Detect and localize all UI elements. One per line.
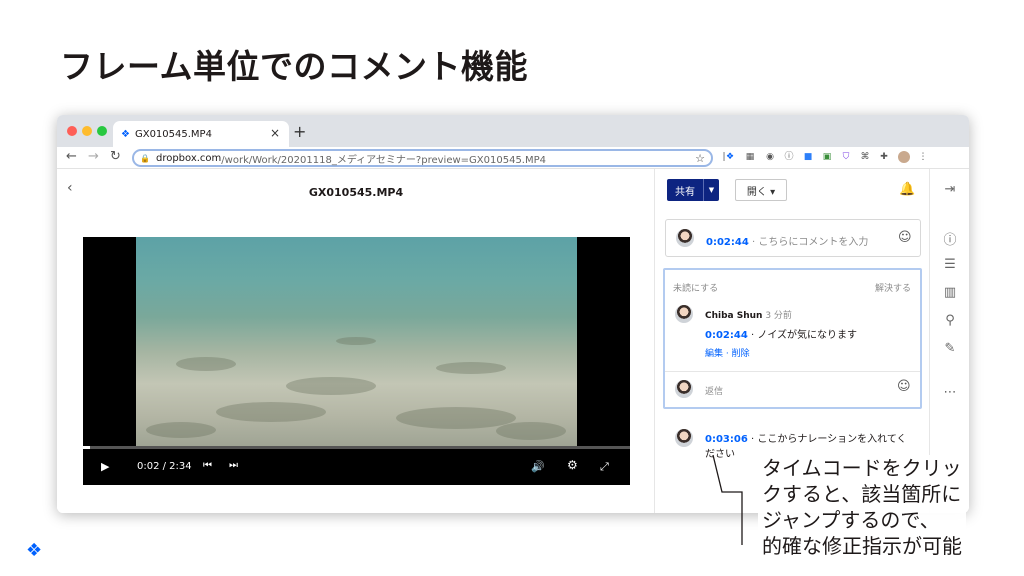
minimize-window-button[interactable] xyxy=(82,126,92,136)
browser-tab[interactable]: ❖ GX010545.MP4 × xyxy=(113,121,289,147)
avatar xyxy=(675,380,693,398)
annotation-text: タイムコードをクリッ クすると、該当箇所に ジャンプするので、 的確な修正指示が… xyxy=(758,455,966,559)
next-frame-icon[interactable]: ⏭ xyxy=(229,460,238,471)
stamp-icon[interactable]: ⚲ xyxy=(930,313,969,328)
forward-arrow-icon[interactable]: → xyxy=(88,149,99,164)
share-dropdown-icon[interactable]: ▼ xyxy=(703,179,719,201)
close-window-button[interactable] xyxy=(67,126,77,136)
edit-link[interactable]: 編集 xyxy=(705,349,723,359)
extension-icon-1[interactable]: ▦ xyxy=(744,151,756,163)
annotation-line: タイムコードをクリッ xyxy=(762,456,962,480)
tab-title: GX010545.MP4 xyxy=(134,128,212,140)
browser-menu-icon[interactable]: ⋮ xyxy=(917,151,929,163)
fullscreen-icon[interactable]: ⤢ xyxy=(600,460,609,474)
open-button[interactable]: 開く ▾ xyxy=(735,179,787,201)
video-player[interactable]: ▶ 0:02 / 2:34 ⏮ ⏭ 🔊 ⚙ ⤢ xyxy=(83,237,630,485)
extension-icon-2[interactable]: ◉ xyxy=(764,151,776,163)
url-path: /work/Work/20201118_メディアセミナー?preview=GX0… xyxy=(221,154,547,166)
comment-text: · ノイズが気になります xyxy=(750,330,858,341)
comment-icon[interactable]: ☰ xyxy=(930,257,969,272)
browser-toolbar: ← → ↻ 🔒 dropbox.com/work/Work/20201118_メ… xyxy=(57,147,969,169)
activity-chart-icon[interactable]: ▥ xyxy=(930,285,969,300)
address-bar[interactable]: 🔒 dropbox.com/work/Work/20201118_メディアセミナ… xyxy=(132,149,713,167)
emoji-icon[interactable]: ☺ xyxy=(897,379,911,394)
mark-unread-link[interactable]: 未読にする xyxy=(673,281,718,294)
avatar xyxy=(675,305,693,323)
extension-icon-4[interactable]: ⌘ xyxy=(859,151,871,163)
comment-text-continued: ださい xyxy=(705,449,735,460)
extension-icon-3[interactable]: ▣ xyxy=(821,151,833,163)
pencil-icon[interactable]: ✎ xyxy=(930,341,969,356)
puzzle-extensions-icon[interactable]: ✚ xyxy=(878,151,890,163)
link-separator: · xyxy=(725,349,729,359)
tab-close-icon[interactable]: × xyxy=(270,126,280,140)
annotation-line: 的確な修正指示が可能 xyxy=(762,534,962,558)
shield-extension-icon[interactable]: ⛉ xyxy=(840,151,852,163)
dropbox-logo-icon: ❖ xyxy=(26,540,43,561)
tab-bar: ❖ GX010545.MP4 × + xyxy=(57,115,969,147)
share-button-label: 共有 xyxy=(675,186,695,198)
more-options-icon[interactable]: ⋯ xyxy=(930,385,969,400)
comment-author: Chiba Shun xyxy=(705,311,763,321)
comment-input[interactable]: 0:02:44 · こちらにコメントを入力 ☺ xyxy=(665,219,921,257)
file-name: GX010545.MP4 xyxy=(308,186,404,199)
comment-time: 3 分前 xyxy=(765,311,792,321)
lock-icon: 🔒 xyxy=(140,153,150,163)
dropbox-favicon-icon: ❖ xyxy=(121,128,130,140)
zoom-extension-icon[interactable]: ■ xyxy=(802,151,814,163)
new-tab-button[interactable]: + xyxy=(293,122,306,141)
info-icon[interactable]: ⓘ xyxy=(930,229,969,248)
video-controls: ▶ 0:02 / 2:34 ⏮ ⏭ 🔊 ⚙ ⤢ xyxy=(83,449,630,485)
back-arrow-icon[interactable]: ← xyxy=(66,149,77,164)
url-host: dropbox.com xyxy=(155,152,222,164)
collapse-panel-icon[interactable]: ⇥ xyxy=(930,182,969,197)
file-viewer: ‹ GX010545.MP4 ▶ 0:02 / 2:34 ⏮ ⏭ 🔊 ⚙ ⤢ xyxy=(57,169,655,513)
dropbox-extension-icon[interactable]: ❖ xyxy=(724,151,736,163)
input-timecode[interactable]: 0:02:44 xyxy=(706,237,749,248)
comment-timecode-link[interactable]: 0:03:06 xyxy=(705,434,748,445)
avatar xyxy=(676,229,694,247)
profile-avatar[interactable] xyxy=(898,151,910,163)
avatar xyxy=(675,429,693,447)
play-icon[interactable]: ▶ xyxy=(101,460,109,473)
annotation-line: ジャンプするので、 xyxy=(762,508,940,532)
reload-icon[interactable]: ↻ xyxy=(110,149,121,164)
browser-window: ❖ GX010545.MP4 × + ← → ↻ 🔒 dropbox.com/w… xyxy=(57,115,969,513)
delete-link[interactable]: 削除 xyxy=(732,349,750,359)
comment-placeholder: · こちらにコメントを入力 xyxy=(751,237,869,248)
slide-title: フレーム単位でのコメント機能 xyxy=(60,47,529,86)
comment-thread: 未読にする 解決する Chiba Shun 3 分前 0:02:44 · ノイズ… xyxy=(663,268,922,409)
previous-frame-icon[interactable]: ⏮ xyxy=(203,460,212,471)
video-time: 0:02 / 2:34 xyxy=(137,461,192,472)
comment-timecode-link[interactable]: 0:02:44 xyxy=(705,330,748,341)
emoji-icon[interactable]: ☺ xyxy=(898,230,912,245)
share-button[interactable]: 共有 ▼ xyxy=(667,179,719,201)
reply-input[interactable]: 返信 xyxy=(705,384,723,397)
annotation-line: クすると、該当箇所に xyxy=(762,482,962,506)
video-frame xyxy=(136,237,577,447)
bell-icon[interactable]: 🔔 xyxy=(899,182,915,197)
comment-text: · ここからナレーションを入れてく xyxy=(750,434,907,445)
bookmark-star-icon[interactable]: ☆ xyxy=(695,152,705,165)
info-extension-icon[interactable]: ⓘ xyxy=(783,151,795,163)
settings-gear-icon[interactable]: ⚙ xyxy=(567,458,578,472)
resolve-link[interactable]: 解決する xyxy=(875,281,911,294)
volume-icon[interactable]: 🔊 xyxy=(531,460,545,473)
maximize-window-button[interactable] xyxy=(97,126,107,136)
